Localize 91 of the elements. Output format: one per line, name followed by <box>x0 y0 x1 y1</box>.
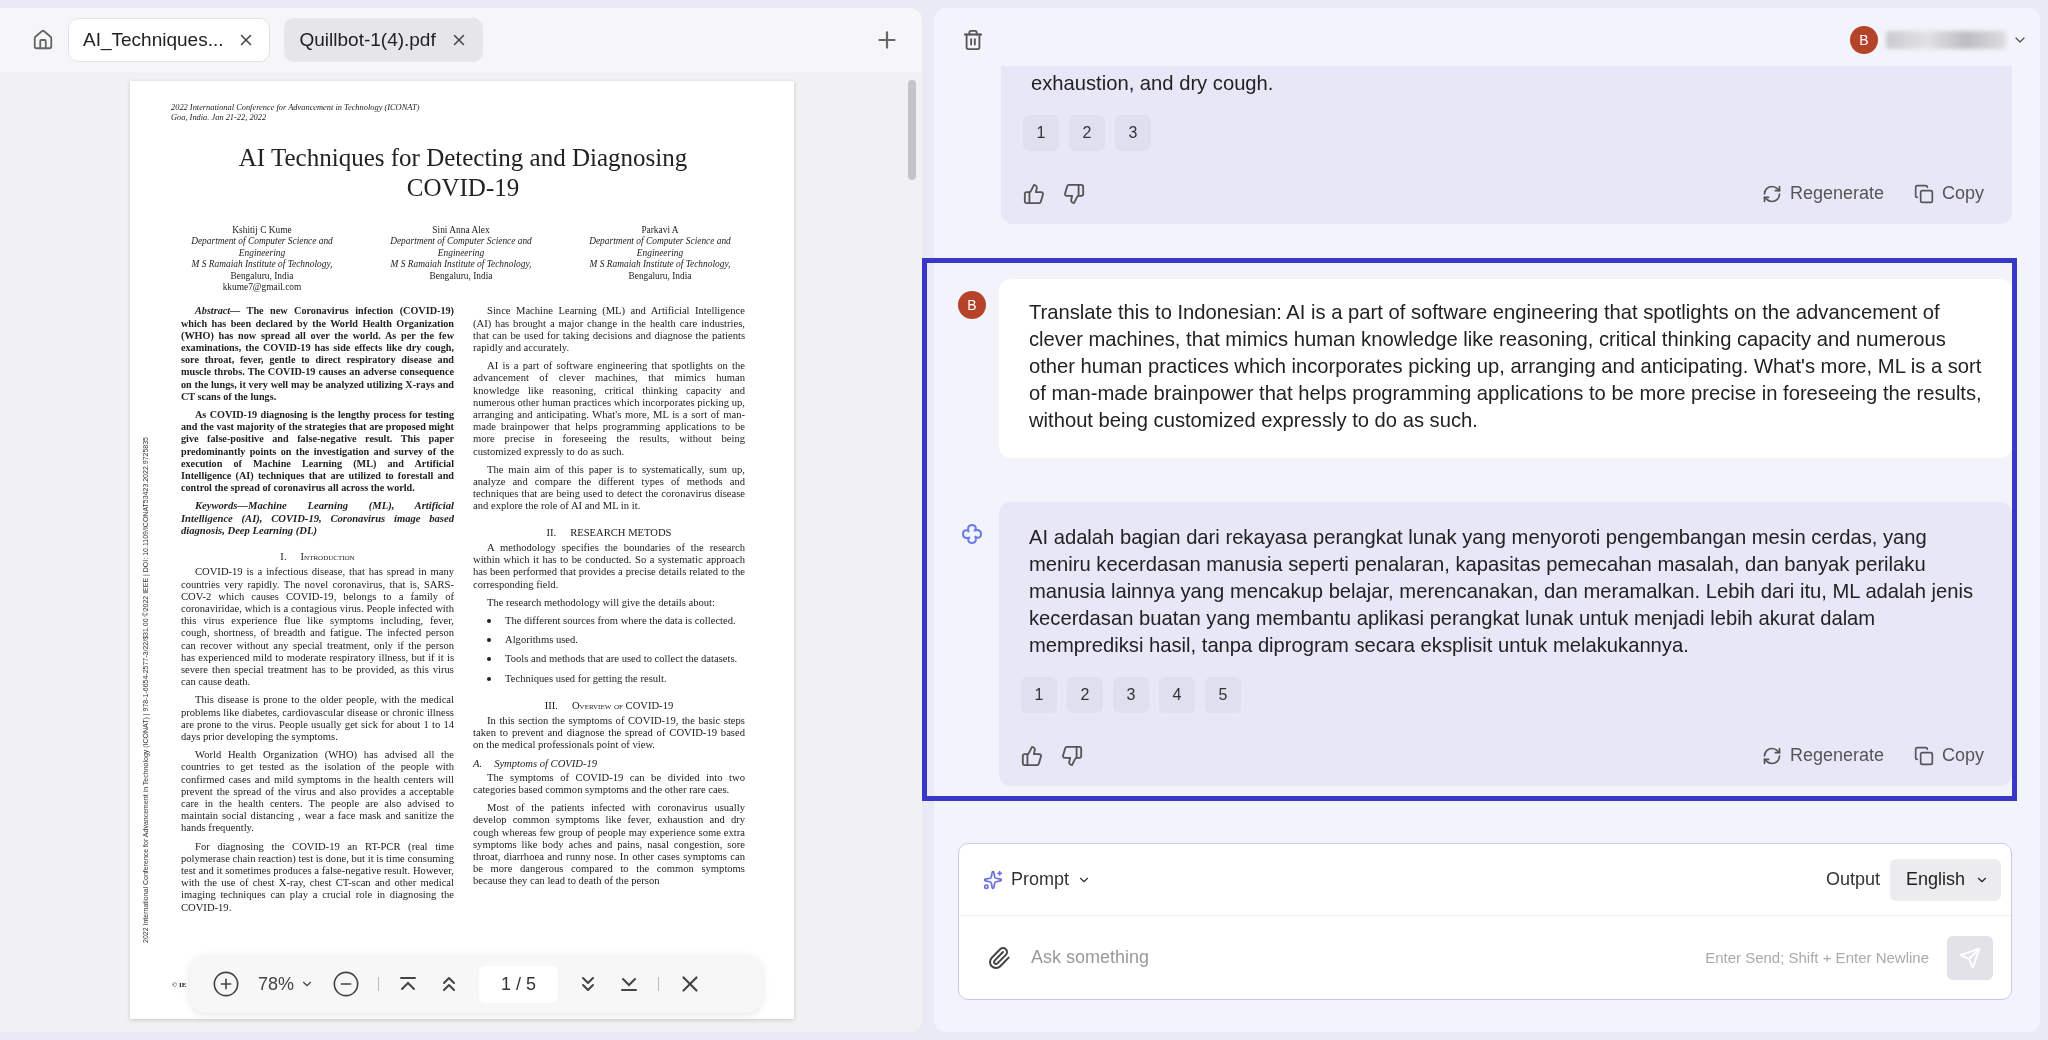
send-icon <box>1959 946 1981 969</box>
user-avatar: B <box>958 291 986 319</box>
document-paragraph: In this section the symptoms of COVID-19, the basic steps taken to prevent and diagnose the spread of COVID-19 based on the medical professionals point of view. <box>473 714 745 752</box>
flower-logo-icon <box>960 522 984 546</box>
document-paragraph: World Health Organization (WHO) has advised all the countries to get tested as the isolation of the people with confirmed cases and mild symptoms in the health centers will prevent the spread of the virus and also provides a acceptable care in the health centers. The people are also advised to maintain social distancing , wear a face mask and sanitize the hands frequently. <box>181 749 454 835</box>
zoom-out-icon[interactable] <box>332 970 361 998</box>
author-department: Department of Computer Science and Engineering <box>588 236 732 259</box>
subsection-heading: Symptoms of COVID-19 <box>494 757 598 770</box>
refresh-icon <box>1761 745 1782 766</box>
author-name: Parkavi A <box>640 225 680 236</box>
conference-line: 2022 International Conference for Advancement in Technology (ICONAT) <box>171 103 421 113</box>
sparkle-icon <box>983 869 1003 890</box>
paper-title: AI Techniques for Detecting and Diagnosing <box>237 143 689 173</box>
subsection-number: A. <box>473 757 483 770</box>
section-number: III. <box>544 699 558 712</box>
author-name: Sini Anna Alex <box>431 225 491 236</box>
author-name: Kshitij C Kume <box>231 225 293 236</box>
copy-icon <box>1913 745 1934 766</box>
thumbs-up-icon[interactable] <box>1023 182 1045 205</box>
bullet-text: Techniques used for getting the result. <box>505 672 667 685</box>
section-heading: Overview of COVID-19 <box>571 699 674 712</box>
source-chip[interactable]: 4 <box>1159 677 1195 713</box>
source-chip[interactable]: 2 <box>1067 677 1103 713</box>
bullet-dot <box>487 676 491 681</box>
message-input[interactable]: Ask something <box>1029 946 1688 969</box>
prompt-mode-dropdown[interactable]: Prompt <box>977 868 1098 891</box>
bullet-text: Algorithms used. <box>505 634 578 647</box>
author-email: kkume7@gmail.com <box>221 282 303 294</box>
keyboard-hint: Enter Send; Shift + Enter Newline <box>1705 949 1929 966</box>
author-location: Bengaluru, India <box>627 270 693 283</box>
section-heading: RESEARCH METODS <box>570 526 672 539</box>
document-paragraph: A methodology specifies the boundaries of the research within which it has to be conducted. So a systematic approach has been performed that provides a precise details related to the corresponding field. <box>473 541 745 591</box>
document-tab[interactable]: AI_Techniques... <box>68 18 271 62</box>
language-dropdown[interactable]: English <box>1889 858 2001 901</box>
author-department: Department of Computer Science and Engineering <box>190 236 334 259</box>
source-chip[interactable]: 1 <box>1021 677 1057 713</box>
zoom-dropdown[interactable]: 78% <box>258 973 315 995</box>
message-text: AI adalah bagian dari rekayasa perangkat lunak yang menyoroti pengembangan mesin cerdas, yang meniru kecerdasan manusia seperti penalaran, kapasitas pemecahan masalah, dan banyak perilaku manusia lainnya yang mencakup belajar, merencanakan, dan meramalkan. Lebih dari itu, ML adalah jenis kecerdasan buatan yang membantu aplikasi perangkat lunak untuk menjadi lebih akurat dalam memprediksi hasil, tanpa diprogram secara eksplisit untuk melakukannya. <box>1028 525 1975 658</box>
document-paragraph: The main aim of this paper is to systematically, sum up, analyze and compare the different types of methods and techniques that are being used to detect the coronavirus disease and explore the role of AI and ML in it. <box>473 463 745 513</box>
thumbs-down-icon[interactable] <box>1061 744 1083 767</box>
section-number: II. <box>546 526 557 539</box>
source-chip[interactable]: 2 <box>1069 115 1105 151</box>
document-tab[interactable]: Quillbot-1(4).pdf <box>284 18 483 62</box>
author-department: Department of Computer Science and Engineering <box>389 236 533 259</box>
message-text: exhaustion, and dry cough. <box>1030 71 1275 96</box>
document-paragraph: The research methodology will give the details about: <box>486 596 716 609</box>
thumbs-up-icon[interactable] <box>1021 744 1043 767</box>
message-text: Translate this to Indonesian: AI is a part of software engineering that spotlights on the advancement of clever machines, that mimics human knowledge like reasoning, critical thinking capacity and numerous other human practices which incorporates picking up, arranging and anticipating. What's more, ML is a sort of man-made brainpower that helps programming applications to be more precise in foreseeing the results, without being customized expressly to do as such. <box>1028 300 1983 433</box>
document-paragraph: As COVID-19 diagnosing is the lengthy process for testing and the vast majority of the strategies that are proposed might give false-positive and false-negative result. This paper predominantly points on the investigation and survey of the execution of Machine Learning (ML) and Artificial Intelligence (AI) techniques that are utilized to forestall and control the spread of coronavirus all across the world. <box>181 409 454 495</box>
source-chip[interactable]: 5 <box>1205 677 1241 713</box>
trash-icon[interactable] <box>962 29 984 51</box>
conference-line: Goa, India. Jan 21-22, 2022 <box>171 113 268 123</box>
document-paragraph: Since Machine Learning (ML) and Artificial Intelligence (AI) has brought a major change in the health care industries, that can be used for taking decisions and diagnose the patients rapidly and accurately. <box>473 305 745 355</box>
author-location: Bengaluru, India <box>428 270 494 283</box>
section-heading: Introduction <box>300 551 355 564</box>
document-paragraph: For diagnosing the COVID-19 an RT-PCR (real time polymerase chain reaction) test is done, but it is time consuming test and it sometimes produces a false-negative result. However, with the use of chest X-ray, chest CT-scan and other medical imaging techniques can play a crucial role in diagnosing the COVID-19. <box>181 840 454 914</box>
regenerate-button[interactable]: Regenerate <box>1755 179 1890 208</box>
paper-title: COVID-19 <box>405 173 521 203</box>
copy-button[interactable]: Copy <box>1907 741 1990 770</box>
output-label: Output <box>1825 869 1880 890</box>
author-location: Bengaluru, India <box>229 270 295 283</box>
document-paragraph: Abstract— The new Coronavirus infection (COVID-19) which has been declared by the World Health Organization (WHO) has now spread all over the world. As per the few examinations, the COVID-19 has side effects like dry cough, sore throat, fever, gentle to direct respiratory disease and muscle throbs. The COVID-19 causes an adverse consequence on the lungs, it very well may be analyzed utilizing X-rays and CT scans of the lungs. <box>181 305 454 404</box>
source-chip[interactable]: 1 <box>1023 115 1059 151</box>
section-number: I. <box>280 551 287 564</box>
home-icon[interactable] <box>32 29 54 51</box>
source-chip[interactable]: 3 <box>1113 677 1149 713</box>
scrollbar[interactable] <box>908 80 916 180</box>
bullet-dot <box>487 638 491 643</box>
bullet-dot <box>487 618 491 623</box>
document-paragraph: The symptoms of COVID-19 can be divided into two categories based common symptoms and the other rare caes. <box>473 771 745 797</box>
thumbs-down-icon[interactable] <box>1063 182 1085 205</box>
document-paragraph: COVID-19 is a infectious disease, that has spread in many countries very rapidly. The novel coronavirus, that is, SARS-COV-2 which causes COVID-19, belongs to a family of coronaviridae, which is a contagious virus. People infected with this virus experience flue like symptoms including, fever, cough, shortness, of breadth and fatigue. The infected person can recover without any special treatment, only if the person has experienced mild to moderate respiratory illness, but if it is severe then special treatment has to be provided, as this virus can cause death. <box>181 566 454 689</box>
user-avatar[interactable]: B <box>1850 26 1878 54</box>
bullet-text: The different sources from where the data is collected. <box>505 614 736 628</box>
author-institute: M S Ramaiah Institute of Technology, <box>389 259 533 271</box>
page-number-field[interactable]: 1 / 5 <box>479 965 559 1003</box>
source-chip[interactable]: 3 <box>1115 115 1151 151</box>
zoom-in-icon[interactable] <box>212 970 240 998</box>
document-paragraph: Most of the patients infected with coronavirus usually develop common symptoms like fever, exhaustion and dry cough whereas few group of people may experience some extra symptoms like body aches and pains, nasal congestion, sore throat, diarrhoea and runny nose. In other cases symptoms can be more dangerous compared to the common symptoms because they can lead to death of the person <box>473 802 745 888</box>
author-institute: M S Ramaiah Institute of Technology, <box>588 259 732 271</box>
document-paragraph: This disease is prone to the older people, with the medical problems like diabetes, cardiovascular disease or chronic illness are prone to the virus. People usually get sick for about 1 to 14 days prior developing the symptoms. <box>181 694 454 744</box>
copy-icon <box>1913 183 1934 204</box>
bullet-dot <box>487 657 491 662</box>
document-paragraph: AI is a part of software engineering that spotlights on the advancement of clever machines, that mimics human knowledge like reasoning, critical thinking capacity and numerous other human practices which incorporates picking up, arranging and anticipating. What's more, ML is a sort of man-made brainpower that helps programming applications to be more precise in foreseeing the results, without being customized expressly to do as such. <box>473 360 745 458</box>
document-paragraph: Keywords—Machine Learning (ML), Artificial Intelligence (AI), COVID-19, Coronavirus image based diagnosis, Deep Learning (DL) <box>181 500 454 538</box>
bullet-text: Tools and methods that are used to collect the datasets. <box>505 653 738 666</box>
refresh-icon <box>1761 183 1782 204</box>
copy-button[interactable]: Copy <box>1907 179 1990 208</box>
paperclip-icon[interactable] <box>987 945 1011 970</box>
author-institute: M S Ramaiah Institute of Technology, <box>190 259 334 271</box>
regenerate-button[interactable]: Regenerate <box>1755 741 1890 770</box>
